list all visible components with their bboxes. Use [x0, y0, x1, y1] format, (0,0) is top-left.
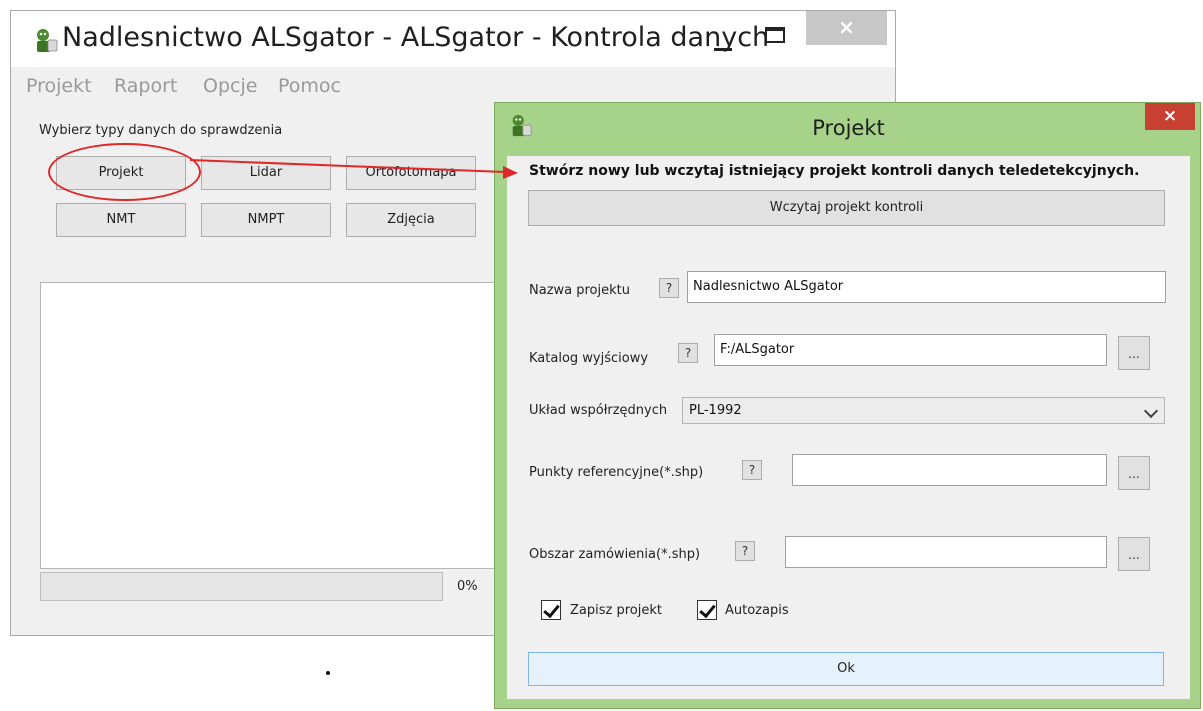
dialog-close-button[interactable]: × [1145, 103, 1195, 130]
ortofotomapa-button[interactable]: Ortofotomapa [346, 156, 476, 190]
project-name-help-button[interactable]: ? [659, 278, 679, 298]
coord-system-label: Układ współrzędnych [529, 403, 668, 418]
reference-points-field[interactable] [792, 454, 1107, 486]
main-titlebar: Nadlesnictwo ALSgator - ALSgator - Kontr… [11, 11, 895, 67]
autosave-checkbox[interactable] [697, 600, 717, 620]
lidar-button[interactable]: Lidar [201, 156, 331, 190]
progress-bar [40, 572, 443, 601]
menu-bar: Projekt Raport Opcje Pomoc [11, 68, 895, 102]
stray-dot [326, 671, 330, 675]
ok-button[interactable]: Ok [528, 652, 1164, 686]
order-area-label: Obszar zamówienia(*.shp) [529, 547, 701, 562]
projekt-dialog: Projekt × Stwórz nowy lub wczytaj istnie… [494, 102, 1201, 709]
order-area-field[interactable] [785, 536, 1107, 568]
maximize-button[interactable] [765, 27, 785, 43]
reference-points-label: Punkty referencyjne(*.shp) [529, 465, 704, 480]
minimize-button[interactable] [706, 19, 746, 59]
autosave-label: Autozapis [725, 603, 789, 618]
project-name-field[interactable]: Nadlesnictwo ALSgator [687, 271, 1166, 303]
output-dir-label: Katalog wyjściowy [529, 351, 649, 366]
load-project-button[interactable]: Wczytaj projekt kontroli [528, 190, 1165, 226]
order-area-help-button[interactable]: ? [735, 541, 755, 561]
output-dir-browse-button[interactable]: ... [1118, 336, 1150, 370]
order-area-browse-button[interactable]: ... [1118, 537, 1150, 571]
window-title: Nadlesnictwo ALSgator - ALSgator - Kontr… [62, 22, 770, 53]
save-project-checkbox[interactable] [541, 600, 561, 620]
menu-projekt[interactable]: Projekt [26, 75, 92, 97]
project-name-label: Nazwa projektu [529, 283, 630, 298]
output-log-area[interactable] [40, 282, 495, 569]
coord-system-select[interactable]: PL-1992 [682, 397, 1165, 424]
chevron-down-icon [1143, 403, 1159, 419]
menu-opcje[interactable]: Opcje [203, 75, 257, 97]
menu-raport[interactable]: Raport [114, 75, 177, 97]
data-types-label: Wybierz typy danych do sprawdzenia [39, 123, 283, 138]
highlight-ellipse [48, 143, 201, 201]
reference-points-help-button[interactable]: ? [742, 460, 762, 480]
dialog-heading: Stwórz nowy lub wczytaj istniejący proje… [529, 163, 1140, 179]
zdjecia-button[interactable]: Zdjęcia [346, 203, 476, 237]
close-button[interactable]: × [806, 11, 887, 45]
reference-points-browse-button[interactable]: ... [1118, 456, 1150, 490]
save-project-label: Zapisz projekt [570, 603, 662, 618]
menu-pomoc[interactable]: Pomoc [278, 75, 341, 97]
progress-percent: 0% [457, 579, 478, 594]
dialog-title: Projekt [812, 116, 885, 140]
nmt-button[interactable]: NMT [56, 203, 186, 237]
output-dir-help-button[interactable]: ? [678, 343, 698, 363]
output-dir-field[interactable]: F:/ALSgator [714, 334, 1107, 366]
coord-system-value: PL-1992 [689, 403, 742, 418]
alsgator-app-icon [37, 29, 58, 52]
nmpt-button[interactable]: NMPT [201, 203, 331, 237]
